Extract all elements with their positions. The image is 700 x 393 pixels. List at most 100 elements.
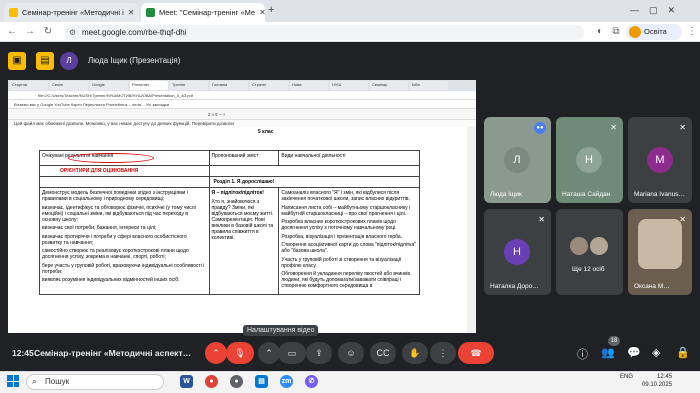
activities-icon[interactable]: ◈ xyxy=(652,346,660,359)
list-item: виявляє розуміння індивідуальних відмінн… xyxy=(42,277,180,283)
mic-off-button[interactable]: 🎙 xyxy=(226,342,254,364)
search-icon: ⌕ xyxy=(32,377,37,386)
tooltip: Налаштування відео xyxy=(243,325,319,336)
word-icon[interactable]: W xyxy=(180,375,193,388)
avatar xyxy=(629,26,641,38)
windows-start-icon[interactable] xyxy=(7,375,19,387)
avatar: Л xyxy=(60,52,78,70)
list-item: Створення асоціативної карти до слова "п… xyxy=(281,242,417,254)
mic-off-icon: ✕ xyxy=(679,123,686,132)
host-controls-icon[interactable]: 🔒 xyxy=(676,346,690,359)
document-icon[interactable]: ▤ xyxy=(36,52,54,70)
more-options-icon[interactable]: ⋮ xyxy=(430,342,456,364)
activities-cell: Самоаналіз власного "Я" і змін, які відб… xyxy=(278,187,420,295)
language-indicator[interactable]: ENG xyxy=(620,374,633,380)
list-item: визначає, ідентифікує та обговорює фізич… xyxy=(42,204,196,223)
chrome-icon[interactable]: ● xyxy=(230,375,243,388)
captions-button[interactable]: CC xyxy=(370,342,396,364)
chrome-icon[interactable]: ● xyxy=(205,375,218,388)
taskbar-clock[interactable]: 12:45 09.10.2025 xyxy=(642,373,672,389)
viber-icon[interactable]: ✆ xyxy=(305,375,318,388)
participant-name: Mariana Ivanus… xyxy=(634,191,685,198)
tab-title: Семінар-тренінг «Методичні і xyxy=(22,8,124,17)
shared-tab: Нова xyxy=(290,81,328,90)
orientir-label: ОРІЄНТИРИ ДЛЯ ОЦІНЮВАННЯ xyxy=(39,165,210,177)
participant-tile[interactable]: Н ✕ Наташа Сайдан xyxy=(556,117,623,203)
extension-icon[interactable]: ◐ xyxy=(594,26,606,38)
shared-tab: Головна xyxy=(210,81,248,90)
clock-date: 09.10.2025 xyxy=(642,382,673,388)
shared-tab: Presenter xyxy=(130,81,168,90)
zoom-icon[interactable]: zm xyxy=(280,375,293,388)
meeting-title: Семінар-тренінг «Методичні аспект… xyxy=(34,348,192,358)
emoji-icon[interactable]: ☺ xyxy=(338,342,364,364)
forward-icon[interactable]: → xyxy=(24,26,36,38)
close-icon[interactable]: ✕ xyxy=(128,8,135,17)
participant-tile[interactable]: М ✕ Mariana Ivanus… xyxy=(628,117,692,203)
extensions-icon[interactable]: ⧉ xyxy=(610,26,622,38)
slides-icon xyxy=(9,8,18,17)
content-text: Хто я, знайомлюся з правду? Зміни, які в… xyxy=(211,198,274,241)
empty-cell xyxy=(209,165,420,177)
search-placeholder: Пошук xyxy=(45,377,70,386)
taskbar-search[interactable]: ⌕ Пошук xyxy=(26,374,164,390)
header-cell: Пропонований зміст xyxy=(208,150,280,166)
tab-meet[interactable]: Meet: "Семінар-тренінг «Ме ✕ xyxy=(141,3,265,22)
avatar: Н xyxy=(576,147,602,173)
chat-icon[interactable]: 💬 xyxy=(627,346,641,359)
list-item: Написання листа собі – майбутньому старш… xyxy=(281,204,411,217)
mic-off-icon: ✕ xyxy=(679,215,686,224)
avatar: М xyxy=(647,147,673,173)
camera-button[interactable]: ▭ xyxy=(278,342,306,364)
close-icon[interactable]: ✕ xyxy=(259,8,265,17)
participant-tile[interactable]: ✕ Оксана М… xyxy=(628,209,692,295)
url-text: meet.google.com/rbe-thqf-dhi xyxy=(82,28,187,37)
content-title: Я – підліток/підліток! xyxy=(211,190,264,196)
shared-bookmarks: Вітаємо вас у Google YouTube Карти Перек… xyxy=(8,100,476,109)
grade-title: 5 клас xyxy=(258,129,274,135)
list-item: Обговорення й укладання переліку якостей… xyxy=(281,271,410,289)
participant-tile[interactable]: Н ✕ Наталка Доро… xyxy=(484,209,551,295)
audio-options-button[interactable]: ⌃ xyxy=(205,342,227,364)
profile-label: Освіта xyxy=(644,27,667,36)
annotation-oval xyxy=(68,153,154,163)
file-explorer-icon[interactable]: ▤ xyxy=(255,375,268,388)
mic-off-icon: ✕ xyxy=(610,123,617,132)
site-info-icon[interactable]: ⚙ xyxy=(69,25,76,40)
info-icon[interactable]: ⓘ xyxy=(577,346,588,362)
presentation-icon[interactable]: ▣ xyxy=(8,52,26,70)
window-controls[interactable]: —▢✕ xyxy=(630,5,685,16)
header-cell: Види навчальної діяльності xyxy=(278,150,420,166)
leave-call-button[interactable]: ☎ xyxy=(458,342,494,364)
more-participants-tile[interactable]: Ще 12 осіб xyxy=(556,209,623,295)
scrollbar xyxy=(467,127,476,333)
list-item: Розробка власних короткострокових планів… xyxy=(281,219,397,231)
participants-count-badge: 18 xyxy=(608,336,620,346)
present-button[interactable]: ⇪ xyxy=(306,342,332,364)
participant-tile[interactable]: Л ●● Люда Іщик xyxy=(484,117,551,203)
people-icon[interactable]: 👥 xyxy=(601,346,615,359)
participant-name: Наташа Сайдан xyxy=(562,191,611,198)
tab-seminar[interactable]: Семінар-тренінг «Методичні і ✕ xyxy=(4,3,139,22)
mic-off-icon: ✕ xyxy=(538,215,545,224)
more-participants-label: Ще 12 осіб xyxy=(572,266,605,273)
table-row: ОРІЄНТИРИ ДЛЯ ОЦІНЮВАННЯ xyxy=(39,165,420,177)
list-item: бере участь у груповій роботі, враховуюч… xyxy=(42,262,205,275)
url-input[interactable]: ⚙ meet.google.com/rbe-thqf-dhi xyxy=(64,25,584,40)
new-tab-button[interactable]: + xyxy=(268,4,274,16)
back-icon[interactable]: ← xyxy=(6,26,18,38)
content-cell: Я – підліток/підліток! Хто я, знайомлюся… xyxy=(208,187,280,295)
shared-url: file:///C:/Users/Teacher/NUSH/Tренінг/НУ… xyxy=(8,91,476,100)
avatar: Н xyxy=(504,239,530,265)
shared-tab-bar: Стартов Семін Google Presenter Тренінг Г… xyxy=(8,80,476,91)
raise-hand-icon[interactable]: ✋ xyxy=(402,342,428,364)
shared-tab: Стартов xyxy=(10,81,48,90)
reload-icon[interactable]: ↻ xyxy=(42,26,54,38)
menu-icon[interactable]: ⋮ xyxy=(686,26,698,38)
profile-button[interactable]: Освіта xyxy=(626,24,682,40)
system-tray[interactable]: ENG xyxy=(620,374,633,380)
video-options-button[interactable]: ⌃ xyxy=(258,342,280,364)
presenter-label: Люда Іщик (Презентація) xyxy=(88,56,181,65)
participant-name: Люда Іщик xyxy=(490,191,522,198)
list-item: визначає свої потреби, бажання, інтереси… xyxy=(42,225,157,231)
